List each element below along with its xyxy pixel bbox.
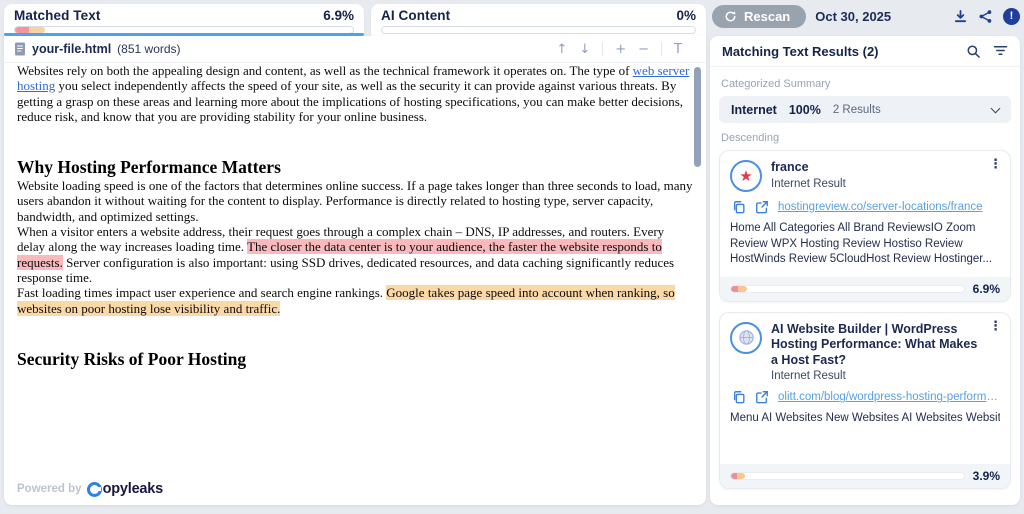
result-snippet: Menu AI Websites New Websites AI Website… (730, 411, 1000, 427)
category-name: Internet (731, 103, 777, 117)
file-icon (14, 42, 26, 56)
copyleaks-logo-icon (87, 482, 102, 497)
doc-heading: Security Risks of Poor Hosting (17, 349, 693, 370)
file-name: your-file.html (32, 42, 111, 56)
filter-icon[interactable] (993, 44, 1008, 59)
toolbar-divider (661, 42, 662, 56)
next-match-icon[interactable]: ↓ (579, 42, 590, 57)
result-match-percent: 6.9% (973, 282, 1000, 296)
kebab-menu-icon[interactable]: ⋮ (989, 319, 1002, 332)
copy-icon[interactable] (732, 390, 746, 404)
category-percent: 100% (789, 103, 821, 117)
toolbar-divider (602, 42, 603, 56)
kebab-menu-icon[interactable]: ⋮ (989, 157, 1002, 170)
zoom-in-icon[interactable]: + (615, 42, 626, 57)
results-title: Matching Text Results (2) (722, 44, 879, 59)
result-url-link[interactable]: olitt.com/blog/wordpress-hosting-perform… (778, 391, 1000, 403)
result-favicon: ★ (730, 160, 762, 192)
matched-text-percent: 6.9% (323, 8, 354, 23)
doc-paragraph: Fast loading times impact user experienc… (17, 285, 693, 316)
report-header: Rescan Oct 30, 2025 ! (712, 3, 1020, 29)
zoom-out-icon[interactable]: − (638, 42, 649, 57)
text-segment: you select independently affects the spe… (17, 78, 683, 124)
result-match-bar (730, 472, 965, 480)
copy-icon[interactable] (732, 200, 746, 214)
external-link-icon[interactable] (755, 200, 769, 214)
result-type: Internet Result (771, 370, 984, 382)
tab-ai-content[interactable]: AI Content 0% (371, 4, 706, 37)
text-segment: Website loading speed is one of the fact… (17, 178, 692, 224)
powered-by-footer: Powered by opyleaks (17, 481, 163, 497)
active-tab-indicator (4, 33, 364, 36)
star-icon: ★ (739, 169, 752, 184)
document-viewport: Websites rely on both the appealing desi… (4, 63, 706, 505)
doc-paragraph: When a visitor enters a website address,… (17, 224, 693, 285)
categorized-summary-label: Categorized Summary (721, 78, 1011, 90)
document-content: Websites rely on both the appealing desi… (4, 63, 706, 370)
result-favicon (730, 322, 762, 354)
text-segment: Fast loading times impact user experienc… (17, 285, 386, 300)
external-link-icon[interactable] (755, 390, 769, 404)
download-icon[interactable] (953, 9, 968, 24)
text-segment: Websites rely on both the appealing desi… (17, 63, 633, 78)
ai-content-label: AI Content (381, 8, 450, 23)
doc-paragraph: Website loading speed is one of the fact… (17, 178, 693, 224)
category-internet-row[interactable]: Internet 100% 2 Results (719, 96, 1011, 123)
result-match-bar (730, 285, 965, 293)
result-match-percent: 3.9% (973, 469, 1000, 483)
search-icon[interactable] (966, 44, 981, 59)
result-card-olitt[interactable]: ⋮ AI Website Builder | WordPress Hosting… (719, 312, 1011, 489)
text-segment: Server configuration is also important: … (17, 255, 674, 285)
result-title: AI Website Builder | WordPress Hosting P… (771, 322, 984, 369)
prev-match-icon[interactable]: ↑ (556, 42, 567, 57)
ai-content-percent: 0% (676, 8, 696, 23)
alert-icon[interactable]: ! (1003, 8, 1020, 25)
document-toolbar: your-file.html (851 words) ↑ ↓ + − T (4, 36, 706, 63)
result-type: Internet Result (771, 178, 846, 190)
result-snippet: Home All Categories All Brand ReviewsIO … (730, 221, 1000, 268)
powered-by-label: Powered by (17, 483, 82, 495)
rescan-icon (724, 10, 737, 23)
chevron-down-icon (991, 103, 1001, 113)
matched-text-label: Matched Text (14, 8, 100, 23)
copyleaks-logo-text: opyleaks (103, 481, 163, 497)
text-size-icon[interactable]: T (674, 42, 682, 57)
doc-paragraph: Websites rely on both the appealing desi… (17, 63, 693, 124)
ai-content-progressbar (381, 26, 696, 34)
globe-icon (738, 329, 755, 346)
share-icon[interactable] (978, 9, 993, 24)
document-scrollbar-thumb[interactable] (694, 67, 701, 167)
doc-heading: Why Hosting Performance Matters (17, 157, 693, 178)
file-word-count: (851 words) (117, 42, 180, 56)
document-panel: your-file.html (851 words) ↑ ↓ + − T Web… (4, 36, 706, 505)
copyleaks-report-app: Matched Text 6.9% AI Content 0% Rescan O… (0, 0, 1024, 514)
results-panel: Matching Text Results (2) Categorized Su… (710, 36, 1020, 505)
result-url-link[interactable]: hostingreview.co/server-locations/france (778, 201, 983, 213)
sort-order-label: Descending (721, 132, 1011, 144)
rescan-button[interactable]: Rescan (712, 5, 806, 28)
result-title: france (771, 160, 846, 176)
category-result-count: 2 Results (833, 104, 881, 116)
scan-date: Oct 30, 2025 (815, 9, 891, 24)
result-card-france[interactable]: ⋮ ★ france Internet Result (719, 150, 1011, 302)
rescan-label: Rescan (744, 9, 790, 24)
